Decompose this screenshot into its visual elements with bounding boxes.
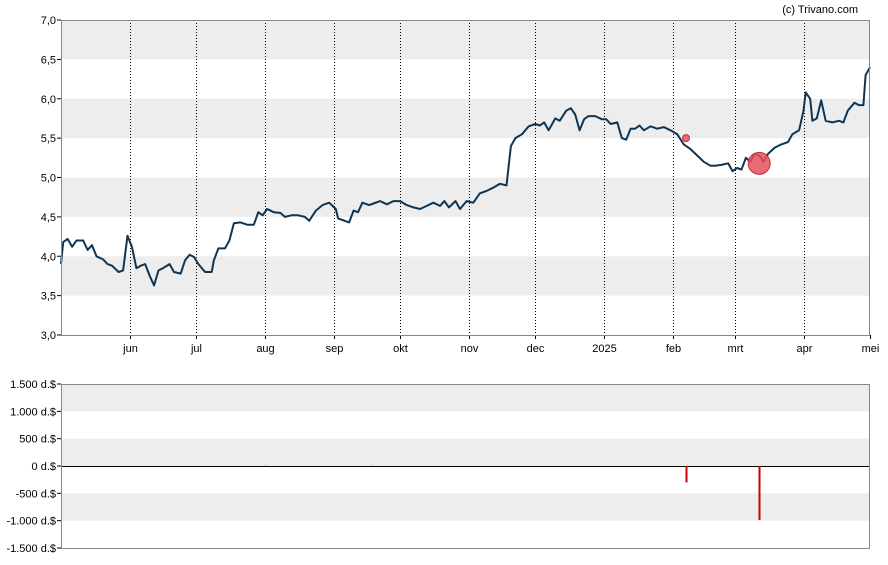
trades-band	[61, 493, 870, 521]
x-tick-label: mei	[862, 343, 880, 355]
price-band	[61, 20, 870, 60]
x-tick-label: nov	[461, 343, 479, 355]
x-tick-label: sep	[326, 343, 344, 355]
trades-y-tick-label: 1.000 d.$	[10, 406, 56, 418]
x-tick-label: jun	[122, 343, 138, 355]
x-tick-label: jul	[190, 343, 202, 355]
x-tick-label: 2025	[592, 343, 616, 355]
x-tick-label: aug	[256, 343, 274, 355]
y-tick-label: 4,0	[41, 251, 56, 263]
trades-y-axis: -1.500 d.$ -1.000 d.$ -500 d.$ 0 d.$ 500 d.$…	[6, 379, 61, 555]
insider-trades-panel: -1.500 d.$ -1.000 d.$ -500 d.$ 0 d.$ 500 d.$…	[6, 379, 870, 555]
trades-y-tick-label: -1.500 d.$	[6, 543, 56, 555]
chart-canvas: (c) Trivano.com 3,0 3,5 4,0 4,5 5,0 5,5 6,0 6,5…	[6, 4, 880, 555]
y-tick-label: 3,0	[41, 330, 56, 342]
trade-marker	[682, 134, 691, 143]
x-tick-label: okt	[393, 343, 408, 355]
trades-y-tick-label: 0 d.$	[32, 461, 56, 473]
trades-y-tick-label: 1.500 d.$	[10, 379, 56, 391]
price-band	[61, 256, 870, 296]
trades-band	[61, 438, 870, 466]
x-tick-label: mrt	[728, 343, 744, 355]
trades-bands	[61, 384, 870, 521]
y-tick-label: 4,5	[41, 212, 56, 224]
x-tick-label: feb	[666, 343, 681, 355]
price-x-axis: jun jul aug sep okt nov dec 2025 feb mrt apr mei	[122, 335, 879, 355]
price-bands	[61, 20, 870, 296]
trade-marker	[747, 151, 771, 175]
y-tick-label: 5,5	[41, 133, 56, 145]
price-panel: 3,0 3,5 4,0 4,5 5,0 5,5 6,0 6,5 7,0 jun jul aug sep…	[41, 15, 880, 355]
trades-y-tick-label: -500 d.$	[16, 488, 56, 500]
y-tick-label: 3,5	[41, 291, 56, 303]
credit-label: (c) Trivano.com	[782, 4, 858, 16]
x-tick-label: apr	[797, 343, 813, 355]
price-band	[61, 98, 870, 139]
price-band	[61, 177, 870, 217]
y-tick-label: 7,0	[41, 15, 56, 27]
x-tick-label: dec	[527, 343, 545, 355]
y-tick-label: 6,0	[41, 94, 56, 106]
price-y-axis: 3,0 3,5 4,0 4,5 5,0 5,5 6,0 6,5 7,0	[41, 15, 61, 342]
stock-chart-figure: (c) Trivano.com 3,0 3,5 4,0 4,5 5,0 5,5 6,0 6,5…	[0, 0, 888, 565]
trades-band	[61, 384, 870, 412]
y-tick-label: 6,5	[41, 54, 56, 66]
trades-y-tick-label: -1.000 d.$	[6, 516, 56, 528]
y-tick-label: 5,0	[41, 173, 56, 185]
trades-y-tick-label: 500 d.$	[19, 434, 56, 446]
